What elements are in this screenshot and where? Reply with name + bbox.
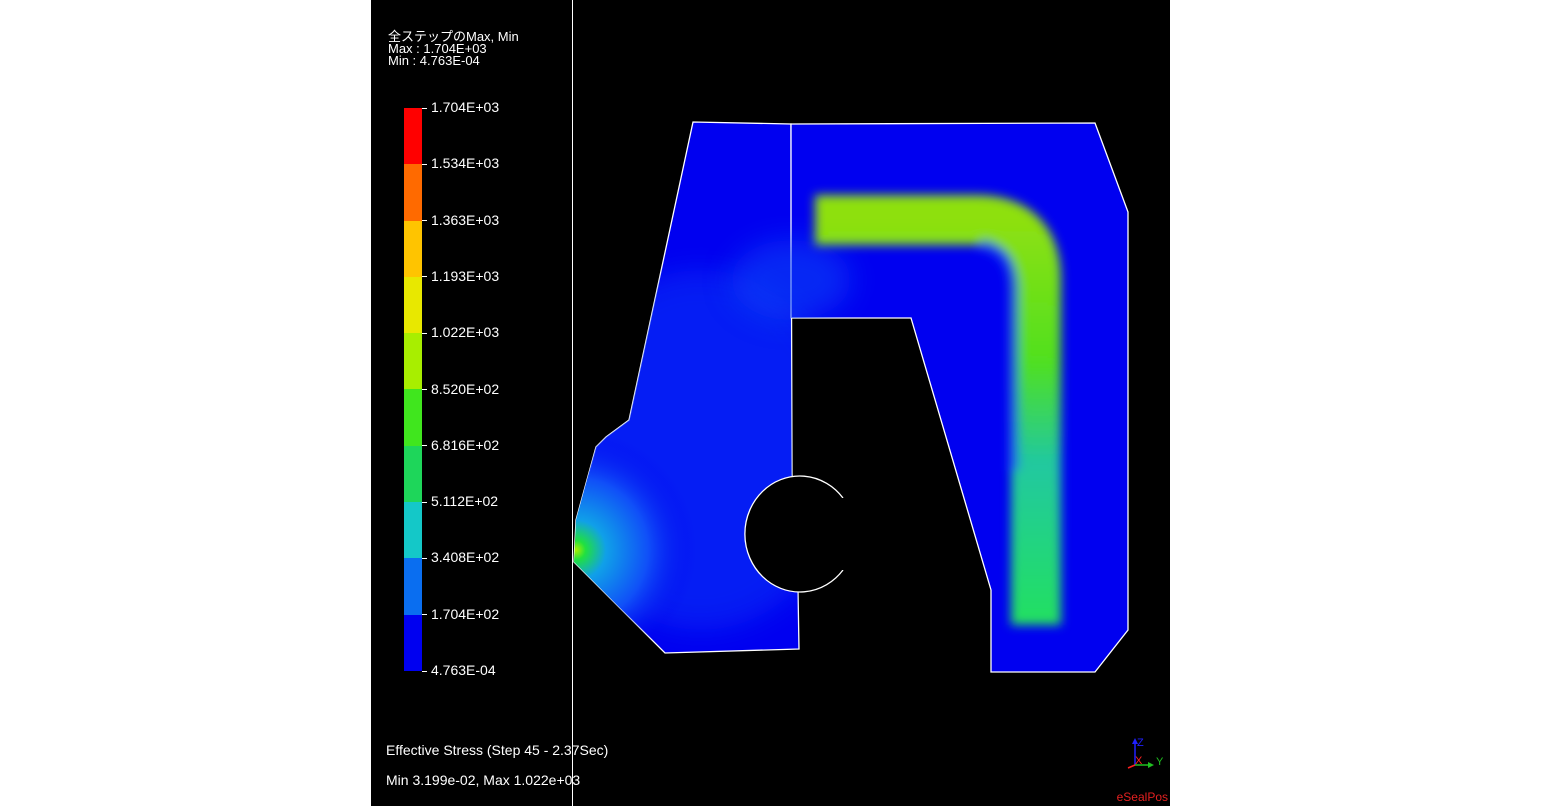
legend-label: 4.763E-04 [431, 662, 496, 678]
axis-z-label: Z [1137, 737, 1144, 749]
legend-swatch [404, 333, 422, 390]
legend-label: 3.408E+02 [431, 549, 500, 566]
legend-label: 5.112E+02 [431, 493, 499, 510]
legend-swatch [404, 389, 422, 446]
legend-tick [422, 220, 427, 222]
legend-swatch [404, 445, 422, 503]
legend-label: 1.704E+03 [431, 99, 500, 115]
legend-swatch [404, 614, 422, 671]
legend-swatch [404, 502, 422, 559]
legend-label: 1.193E+03 [431, 267, 500, 284]
legend-tick [422, 445, 427, 447]
legend-label: 6.816E+02 [431, 436, 500, 453]
axis-triad-icon: Z X Y [1127, 737, 1164, 769]
legend-tick [422, 332, 427, 334]
result-caption: Effective Stress (Step 45 - 2.37Sec) [386, 742, 609, 758]
range-caption: Min 3.199e-02, Max 1.022e+03 [386, 772, 581, 788]
legend-tick [422, 163, 427, 165]
stats-min: Min : 4.763E-04 [388, 53, 480, 68]
legend-tick [422, 276, 427, 278]
legend-swatch [404, 108, 422, 165]
legend-label: 1.363E+03 [431, 211, 500, 228]
viewport-3d[interactable]: 全ステップのMax, Min Max : 1.704E+03 Min : 4.7… [371, 0, 1170, 806]
legend-tick [422, 389, 427, 390]
legend-swatch [404, 558, 422, 615]
legend-label: 1.022E+03 [431, 324, 500, 341]
legend-tick [422, 670, 427, 672]
legend-swatch [404, 276, 422, 334]
legend-tick [422, 614, 427, 616]
legend-label: 8.520E+02 [431, 380, 500, 397]
axis-x-label: X [1135, 755, 1143, 767]
legend-label: 1.534E+03 [431, 155, 500, 172]
legend-swatch [404, 220, 422, 277]
divider-line[interactable] [572, 0, 573, 806]
legend-tick [422, 557, 427, 559]
legend-tick [422, 107, 427, 109]
legend-swatch [404, 164, 422, 221]
brand-label: eSealPos [1116, 790, 1168, 804]
legend-label: 1.704E+02 [431, 605, 500, 622]
axis-y-label: Y [1156, 756, 1164, 768]
stress-contour-plot [573, 121, 1129, 673]
legend-tick [422, 501, 427, 503]
color-legend-bar [404, 108, 422, 671]
